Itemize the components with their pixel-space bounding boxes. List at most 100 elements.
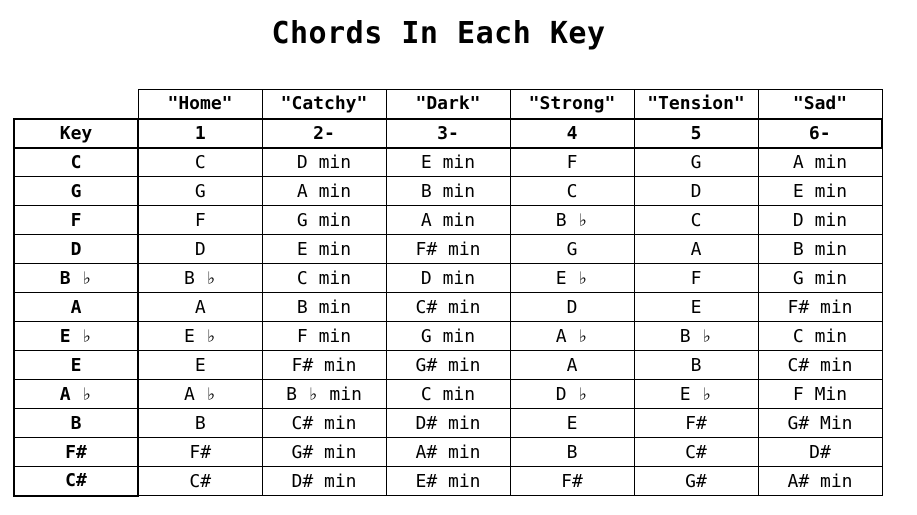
chord-cell: G# — [633, 466, 759, 496]
degree-header-row: Key 1 2- 3- 4 5 6- — [13, 117, 883, 149]
key-row: B ♭ B ♭ C min D min E ♭ F G min — [13, 263, 883, 293]
key-row: CCD min E min F G A min — [13, 147, 883, 177]
chord-cell: C# min — [261, 408, 387, 438]
chord-cell: D — [633, 176, 759, 206]
chord-cell: C min — [385, 379, 511, 409]
key-row: C# C# D# min E# min F# G# A# min — [13, 466, 883, 497]
chord-cell: G# Min — [757, 408, 883, 438]
chord-cell: B — [509, 437, 635, 467]
chord-cell: D min — [757, 205, 883, 235]
key-cell: B — [13, 408, 139, 438]
chord-cell: A# min — [757, 466, 883, 496]
key-row: F# F# G# min A# min B C# D# — [13, 437, 883, 467]
chord-cell: G — [509, 234, 635, 264]
chord-cell: D min — [385, 263, 511, 293]
chord-cell: C — [509, 176, 635, 206]
chord-cell: B — [633, 350, 759, 380]
chord-cell: G — [633, 147, 759, 177]
key-row: A ♭ A ♭ B ♭ min C min D ♭ E ♭ F Min — [13, 379, 883, 409]
chord-cell: E — [509, 408, 635, 438]
key-cell: B ♭ — [13, 263, 139, 293]
chord-cell: D# — [757, 437, 883, 467]
chord-cell: C — [633, 205, 759, 235]
chord-cell: G — [137, 176, 263, 206]
chord-cell: F — [509, 147, 635, 177]
chord-cell: A min — [757, 147, 883, 177]
chord-cell: B min — [757, 234, 883, 264]
chord-cell: E# min — [385, 466, 511, 496]
chord-cell: D ♭ — [509, 379, 635, 409]
chord-cell: C min — [757, 321, 883, 351]
chord-cell: E min — [385, 147, 511, 177]
degree-header: 4 — [509, 117, 635, 149]
chord-cell: F — [137, 205, 263, 235]
chord-cell: F# min — [757, 292, 883, 322]
chord-cell: F Min — [757, 379, 883, 409]
function-label: "Sad" — [757, 89, 883, 119]
key-cell: E — [13, 350, 139, 380]
chord-cell: F# — [633, 408, 759, 438]
chord-cell: G min — [385, 321, 511, 351]
chord-cell: B ♭ — [509, 205, 635, 235]
chord-cell: A — [137, 292, 263, 322]
chord-cell: D# min — [385, 408, 511, 438]
chord-cell: E — [633, 292, 759, 322]
chord-cell: F min — [261, 321, 387, 351]
key-cell: C# — [13, 466, 139, 497]
key-row: DDE min F# min G A B min — [13, 234, 883, 264]
chord-cell: F# — [137, 437, 263, 467]
chord-cell: G min — [757, 263, 883, 293]
degree-header: 5 — [633, 117, 759, 149]
chord-cell: A — [633, 234, 759, 264]
chord-cell: F — [633, 263, 759, 293]
chord-cell: E — [137, 350, 263, 380]
function-label: "Tension" — [633, 89, 759, 119]
chord-cell: F# min — [261, 350, 387, 380]
chord-cell: C — [137, 147, 263, 177]
key-cell: A — [13, 292, 139, 322]
chord-cell: E ♭ — [137, 321, 263, 351]
chord-cell: G# min — [385, 350, 511, 380]
chord-cell: D min — [261, 147, 387, 177]
chord-cell: F# min — [385, 234, 511, 264]
chords-table: "Home" "Catchy" "Dark" "Strong" "Tension… — [13, 89, 883, 497]
chord-cell: C# min — [385, 292, 511, 322]
key-row: AAB min C# min D E F# min — [13, 292, 883, 322]
chord-cell: A min — [385, 205, 511, 235]
chord-cell: A ♭ — [137, 379, 263, 409]
key-column-header: Key — [13, 117, 139, 149]
key-cell: D — [13, 234, 139, 264]
chord-cell: C# min — [757, 350, 883, 380]
chord-cell: G min — [261, 205, 387, 235]
chord-cell: C# — [633, 437, 759, 467]
function-label: "Dark" — [385, 89, 511, 119]
chord-cell: B ♭ — [633, 321, 759, 351]
chord-cell: A ♭ — [509, 321, 635, 351]
key-row: E ♭ E ♭ F min G min A ♭ B ♭ C min — [13, 321, 883, 351]
function-label: "Catchy" — [261, 89, 387, 119]
key-cell: G — [13, 176, 139, 206]
function-label: "Home" — [137, 89, 263, 119]
chord-cell: C min — [261, 263, 387, 293]
chord-cell: B — [137, 408, 263, 438]
chord-cell: A min — [261, 176, 387, 206]
chord-cell: E ♭ — [509, 263, 635, 293]
chord-cell: E min — [261, 234, 387, 264]
key-row: GGA min B min C D E min — [13, 176, 883, 206]
key-cell: F — [13, 205, 139, 235]
chord-cell: D — [137, 234, 263, 264]
function-label: "Strong" — [509, 89, 635, 119]
key-cell: E ♭ — [13, 321, 139, 351]
chords-table-body: "Home" "Catchy" "Dark" "Strong" "Tension… — [13, 89, 883, 497]
degree-header: 6- — [757, 117, 883, 149]
chord-cell: B ♭ min — [261, 379, 387, 409]
chord-cell: F# — [509, 466, 635, 496]
chord-cell: B min — [385, 176, 511, 206]
chord-cell: B ♭ — [137, 263, 263, 293]
chord-cell: E ♭ — [633, 379, 759, 409]
key-cell: A ♭ — [13, 379, 139, 409]
key-cell: C — [13, 147, 139, 177]
chord-cell: E min — [757, 176, 883, 206]
function-label-row: "Home" "Catchy" "Dark" "Strong" "Tension… — [14, 89, 883, 119]
corner-cell — [14, 89, 139, 119]
